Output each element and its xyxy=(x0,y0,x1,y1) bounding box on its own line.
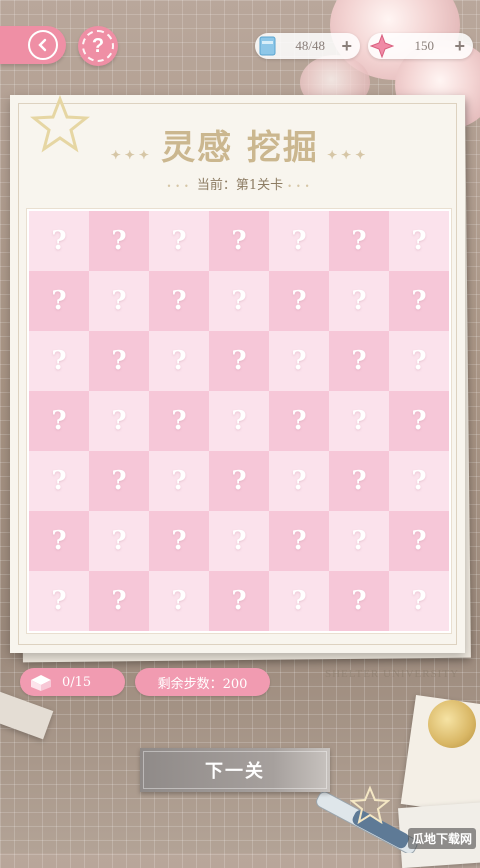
star-gem-icon xyxy=(370,34,394,58)
grid-cell[interactable]: ? xyxy=(29,391,89,451)
steps-label: 剩余步数：200 xyxy=(157,676,248,692)
treasure-box-icon xyxy=(31,675,51,691)
grid-cell[interactable]: ? xyxy=(389,571,449,631)
grid-cell[interactable]: ? xyxy=(329,271,389,331)
grid-cell[interactable]: ? xyxy=(389,211,449,271)
watermark: 瓜地下载网 xyxy=(407,828,476,849)
grid-cell[interactable]: ? xyxy=(149,451,209,511)
grid-cell[interactable]: ? xyxy=(89,331,149,391)
grid-cell[interactable]: ? xyxy=(269,451,329,511)
grid-cell[interactable]: ? xyxy=(269,271,329,331)
grid-cell[interactable]: ? xyxy=(269,331,329,391)
grid-cell[interactable]: ? xyxy=(209,571,269,631)
grid-cell[interactable]: ? xyxy=(89,271,149,331)
grid-cell[interactable]: ? xyxy=(269,571,329,631)
grid-cell[interactable]: ? xyxy=(389,391,449,451)
grid-cell[interactable]: ? xyxy=(389,271,449,331)
grid-cell[interactable]: ? xyxy=(329,331,389,391)
steps-remaining: 剩余步数：200 xyxy=(135,668,270,696)
gem-add-button[interactable]: + xyxy=(454,36,465,57)
grid-cell[interactable]: ? xyxy=(89,451,149,511)
next-level-label: 下一关 xyxy=(205,761,265,782)
grid-cell[interactable]: ? xyxy=(89,511,149,571)
wax-seal-icon xyxy=(428,700,476,748)
grid-cell[interactable]: ? xyxy=(329,451,389,511)
grid-cell[interactable]: ? xyxy=(329,211,389,271)
help-button[interactable]: ? xyxy=(78,26,118,66)
grid-cell[interactable]: ? xyxy=(89,571,149,631)
grid-cell[interactable]: ? xyxy=(29,211,89,271)
grid-cell[interactable]: ? xyxy=(269,211,329,271)
grid-cell[interactable]: ? xyxy=(209,451,269,511)
question-icon: ? xyxy=(82,30,114,62)
grid-cell[interactable]: ? xyxy=(29,271,89,331)
grid-cell[interactable]: ? xyxy=(329,571,389,631)
stamp-text: SHELTER UNIVERSITY xyxy=(325,668,460,680)
grid-cell[interactable]: ? xyxy=(209,331,269,391)
level-subtitle: ••• 当前：第1关卡 ••• xyxy=(166,178,314,193)
grid-cell[interactable]: ? xyxy=(149,391,209,451)
grid-cell[interactable]: ? xyxy=(329,391,389,451)
next-level-button[interactable]: 下一关 xyxy=(140,748,330,792)
chevron-left-icon xyxy=(28,30,58,60)
grid-cell[interactable]: ? xyxy=(149,571,209,631)
found-counter: 0/15 xyxy=(20,668,125,696)
energy-counter: 48/48 + xyxy=(255,33,360,59)
grid-cell[interactable]: ? xyxy=(29,511,89,571)
grid-cell[interactable]: ? xyxy=(269,511,329,571)
grid-cell[interactable]: ? xyxy=(269,391,329,451)
grid-cell[interactable]: ? xyxy=(149,211,209,271)
paper-decoration xyxy=(0,690,54,740)
grid-cell[interactable]: ? xyxy=(29,571,89,631)
sparkle-icon: ✦✦✦ xyxy=(110,148,162,162)
found-value: 0/15 xyxy=(62,674,92,690)
grid-cell[interactable]: ? xyxy=(209,211,269,271)
grid-cell[interactable]: ? xyxy=(329,511,389,571)
energy-add-button[interactable]: + xyxy=(341,36,352,57)
grid-cell[interactable]: ? xyxy=(29,451,89,511)
grid-cell[interactable]: ? xyxy=(209,271,269,331)
gem-value: 150 xyxy=(414,38,434,53)
grid-cell[interactable]: ? xyxy=(209,511,269,571)
energy-value: 48/48 xyxy=(295,38,326,53)
back-button[interactable] xyxy=(0,26,66,64)
gem-counter: 150 + xyxy=(368,33,473,59)
grid-cell[interactable]: ? xyxy=(89,211,149,271)
page-title: ✦✦✦ 灵感 挖掘 ✦✦✦ xyxy=(110,128,370,168)
dig-grid: ????????????????????????????????????????… xyxy=(27,209,451,633)
grid-cell[interactable]: ? xyxy=(389,511,449,571)
sparkle-icon: ✦✦✦ xyxy=(318,148,370,162)
cup-icon xyxy=(259,36,276,56)
grid-cell[interactable]: ? xyxy=(389,451,449,511)
grid-cell[interactable]: ? xyxy=(29,331,89,391)
grid-cell[interactable]: ? xyxy=(149,331,209,391)
grid-cell[interactable]: ? xyxy=(389,331,449,391)
star-outline-icon xyxy=(350,785,390,825)
grid-cell[interactable]: ? xyxy=(149,511,209,571)
grid-cell[interactable]: ? xyxy=(149,271,209,331)
grid-cell[interactable]: ? xyxy=(89,391,149,451)
grid-cell[interactable]: ? xyxy=(209,391,269,451)
